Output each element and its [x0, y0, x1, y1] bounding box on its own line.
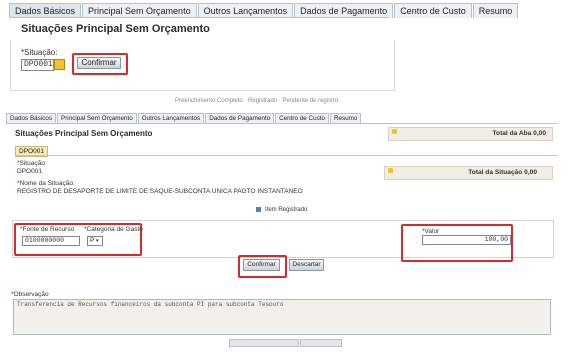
observacao-label: *Observação [11, 291, 49, 298]
item-registrado-icon [256, 207, 261, 212]
valor-input[interactable]: 100,00 [422, 235, 511, 245]
tab-resumo[interactable]: Resumo [472, 3, 519, 18]
chevron-down-icon: ▾ [96, 238, 99, 244]
tab-outros-lancamentos[interactable]: Outros Lançamentos [197, 3, 294, 18]
categoria-gasto-value: P [90, 237, 95, 244]
footer-button[interactable] [300, 339, 342, 347]
categoria-gasto-label: *Categoria de Gasto [84, 226, 143, 233]
situacao-label: *Situação: [17, 160, 47, 167]
search-icon[interactable] [54, 59, 65, 70]
bottom-tab-bar: Dados Básicos Principal Sem Orçamento Ou… [6, 113, 362, 123]
valor-label: *Valor [422, 228, 440, 235]
total-situacao-bar: Total da Situação 0,00 [384, 166, 553, 180]
confirm-button[interactable]: Confirmar [243, 259, 280, 271]
tab-dados-basicos[interactable]: Dados Básicos [6, 113, 56, 123]
nome-situacao-label: *Nome da Situação: [17, 180, 75, 187]
subtab-divider [15, 155, 558, 156]
observacao-textarea[interactable]: Transferencia de Recursos financeiros da… [13, 299, 551, 335]
situacao-value: DPO001 [17, 168, 42, 175]
tab-centro-de-custo[interactable]: Centro de Custo [394, 3, 472, 18]
fonte-recurso-label: *Fonte de Recurso [20, 226, 75, 233]
section-title: Situações Principal Sem Orçamento [21, 23, 210, 35]
tab-centro-de-custo[interactable]: Centro de Custo [275, 113, 329, 123]
tab-dados-de-pagamento[interactable]: Dados de Pagamento [294, 3, 394, 18]
situacao-label: *Situação: [21, 48, 58, 57]
collapse-icon[interactable] [388, 168, 393, 173]
nome-situacao-value: REGISTRO DE DESAPORTE DE LIMITE DE SAQUE… [17, 188, 303, 195]
fonte-recurso-input[interactable]: 0100000000 [22, 236, 80, 246]
situacao-input[interactable]: DPO001 [21, 59, 54, 71]
total-aba-text: Total da Aba 0,00 [492, 130, 547, 137]
collapse-icon[interactable] [392, 129, 397, 134]
categoria-gasto-select[interactable]: P ▾ [87, 236, 103, 246]
tab-divider [6, 123, 558, 124]
section-title: Situações Principal Sem Orçamento [15, 129, 153, 138]
confirm-button[interactable]: Confirmar [77, 57, 121, 69]
tab-resumo[interactable]: Resumo [329, 113, 362, 123]
legend-text: Preenchimento Completo · Registrado · Pe… [175, 98, 339, 104]
item-registrado-label: Item Registrado [265, 207, 308, 213]
tab-dados-basicos[interactable]: Dados Básicos [9, 3, 82, 18]
footer-button[interactable] [229, 339, 299, 347]
tab-outros-lancamentos[interactable]: Outros Lançamentos [137, 113, 205, 123]
total-situacao-text: Total da Situação 0,00 [468, 169, 537, 176]
tab-dados-de-pagamento[interactable]: Dados de Pagamento [205, 113, 275, 123]
total-aba-bar: Total da Aba 0,00 [388, 127, 553, 141]
tab-principal-sem-orcamento[interactable]: Principal Sem Orçamento [57, 113, 137, 123]
discard-button[interactable]: Descartar [289, 259, 324, 271]
top-tab-bar: Dados Básicos Principal Sem Orçamento Ou… [9, 3, 519, 18]
tab-divider [9, 17, 389, 18]
tab-principal-sem-orcamento[interactable]: Principal Sem Orçamento [82, 3, 197, 18]
top-frame [10, 40, 395, 91]
